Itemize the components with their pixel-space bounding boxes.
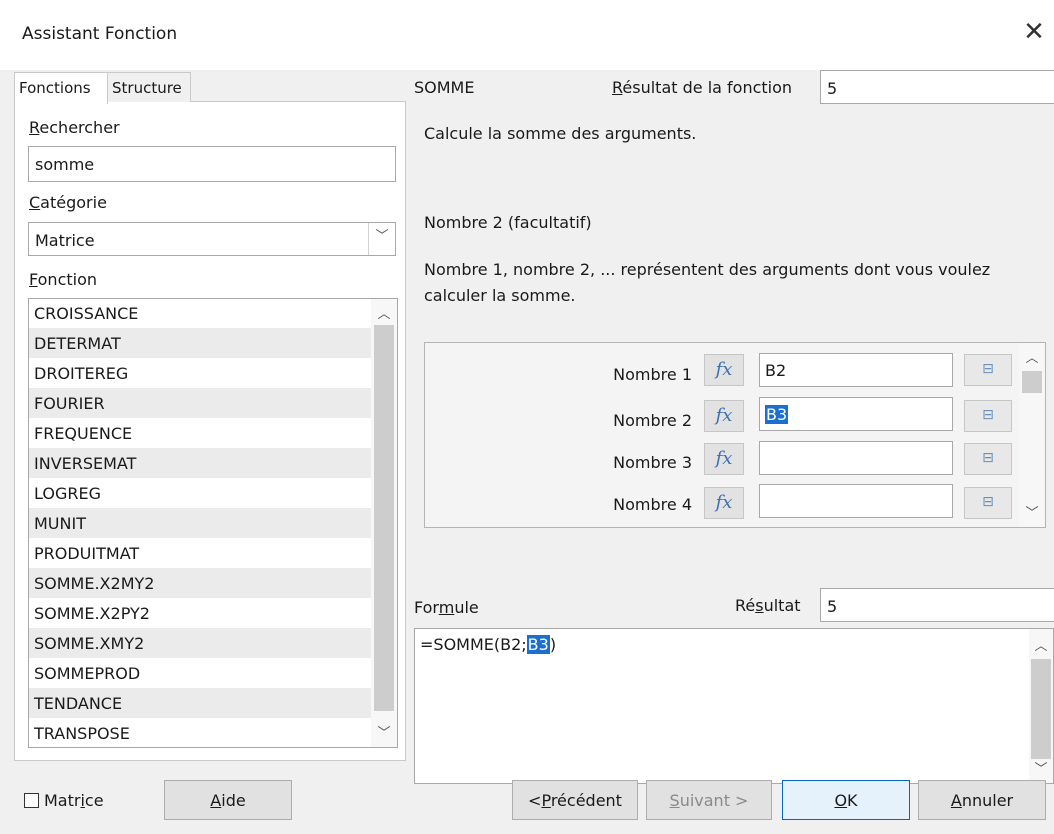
arg-label-2: Nombre 2 — [613, 411, 692, 430]
arg-field-2-value: B3 — [765, 405, 789, 424]
scrollbar-thumb[interactable] — [1031, 659, 1051, 759]
shrink-icon[interactable]: ⊟ — [964, 400, 1012, 432]
list-item[interactable]: DROITEREG — [29, 358, 371, 388]
scrollbar-thumb[interactable] — [1022, 371, 1042, 393]
list-item[interactable]: LOGREG — [29, 478, 371, 508]
matrix-checkbox[interactable] — [24, 793, 39, 808]
formula-editor[interactable]: =SOMME(B2;B3) ︿ ﹀ — [414, 628, 1054, 784]
arg-field-3[interactable] — [759, 441, 953, 475]
chevron-down-icon[interactable]: ﹀ — [368, 223, 395, 255]
arg-label-1: Nombre 1 — [613, 365, 692, 384]
function-list[interactable]: TRANSPOSE TENDANCE SOMMEPROD SOMME.XMY2 SOMM… — [28, 298, 398, 748]
category-value: Matrice — [35, 231, 95, 250]
arguments-scrollbar[interactable]: ︿ ﹀ — [1019, 343, 1045, 527]
arg-field-2[interactable]: B3 — [759, 397, 953, 431]
list-item[interactable]: SOMME.XMY2 — [29, 628, 371, 658]
list-item[interactable]: SOMMEPROD — [29, 658, 371, 688]
scrollbar-thumb[interactable] — [374, 325, 394, 711]
tab-functions[interactable]: Fonctions — [14, 72, 108, 104]
list-item[interactable]: FOURIER — [29, 388, 371, 418]
previous-button[interactable]: <Précédent — [512, 780, 638, 820]
search-label: Rechercher — [29, 118, 120, 137]
list-item[interactable]: TENDANCE — [29, 688, 371, 718]
shrink-icon[interactable]: ⊟ — [964, 443, 1012, 475]
arg-field-1[interactable]: B2 — [759, 353, 953, 387]
list-item[interactable]: MUNIT — [29, 508, 371, 538]
function-name: SOMME — [414, 78, 475, 97]
arg-field-4[interactable] — [759, 484, 953, 518]
ok-button[interactable]: OK — [782, 780, 910, 820]
category-label: Catégorie — [29, 193, 107, 212]
formula-text: =SOMME(B2;B3) — [420, 635, 557, 654]
arg-label-4: Nombre 4 — [613, 495, 692, 514]
list-item[interactable]: DETERMAT — [29, 328, 371, 358]
list-item[interactable]: CROISSANCE — [29, 299, 371, 328]
scroll-up-icon[interactable]: ︿ — [1029, 635, 1053, 654]
scroll-down-icon[interactable]: ﹀ — [1029, 758, 1053, 777]
scroll-down-icon[interactable]: ﹀ — [371, 722, 397, 741]
shrink-icon[interactable]: ⊟ — [964, 354, 1012, 386]
shrink-icon[interactable]: ⊟ — [964, 487, 1012, 519]
list-item[interactable]: SOMME.X2PY2 — [29, 598, 371, 628]
scroll-up-icon[interactable]: ︿ — [1019, 347, 1045, 366]
function-wizard-icon[interactable]: fx — [704, 354, 744, 386]
scroll-down-icon[interactable]: ﹀ — [1019, 502, 1045, 521]
scroll-up-icon[interactable]: ︿ — [371, 303, 397, 322]
formula-label: Formule — [414, 598, 479, 617]
formula-result-label: Résultat — [735, 596, 801, 615]
formula-scrollbar[interactable]: ︿ ﹀ — [1029, 629, 1053, 783]
argument-title: Nombre 2 (facultatif) — [424, 213, 592, 232]
function-wizard-icon[interactable]: fx — [704, 400, 744, 432]
close-icon[interactable]: ✕ — [1020, 18, 1048, 46]
tab-structure[interactable]: Structure — [107, 72, 191, 102]
argument-description-line1: Nombre 1, nombre 2, ... représentent des… — [424, 260, 991, 279]
matrix-checkbox-label: Matrice — [44, 791, 104, 810]
list-item[interactable]: SOMME.X2MY2 — [29, 568, 371, 598]
function-wizard-icon[interactable]: fx — [704, 443, 744, 475]
list-item[interactable]: INVERSEMAT — [29, 448, 371, 478]
argument-description-line2: calculer la somme. — [424, 286, 576, 305]
cancel-button[interactable]: Annuler — [918, 780, 1046, 820]
next-button[interactable]: Suivant > — [646, 780, 772, 820]
help-button[interactable]: Aide — [164, 780, 292, 820]
arg-label-3: Nombre 3 — [613, 453, 692, 472]
list-item[interactable]: FREQUENCE — [29, 418, 371, 448]
function-list-label: Fonction — [29, 270, 98, 289]
search-input[interactable]: somme — [28, 146, 396, 182]
category-select[interactable]: Matrice ﹀ — [28, 222, 396, 256]
formula-result-field: 5 — [820, 588, 1054, 622]
function-wizard-icon[interactable]: fx — [704, 487, 744, 519]
function-result-label: Résultat de la fonction — [612, 78, 793, 97]
function-description: Calcule la somme des arguments. — [424, 124, 697, 143]
function-result-field: 5 — [820, 70, 1054, 104]
function-list-scrollbar[interactable]: ︿ ﹀ — [371, 299, 397, 747]
list-item[interactable]: TRANSPOSE — [29, 718, 371, 747]
window-title: Assistant Fonction — [22, 24, 178, 44]
list-item[interactable]: PRODUITMAT — [29, 538, 371, 568]
